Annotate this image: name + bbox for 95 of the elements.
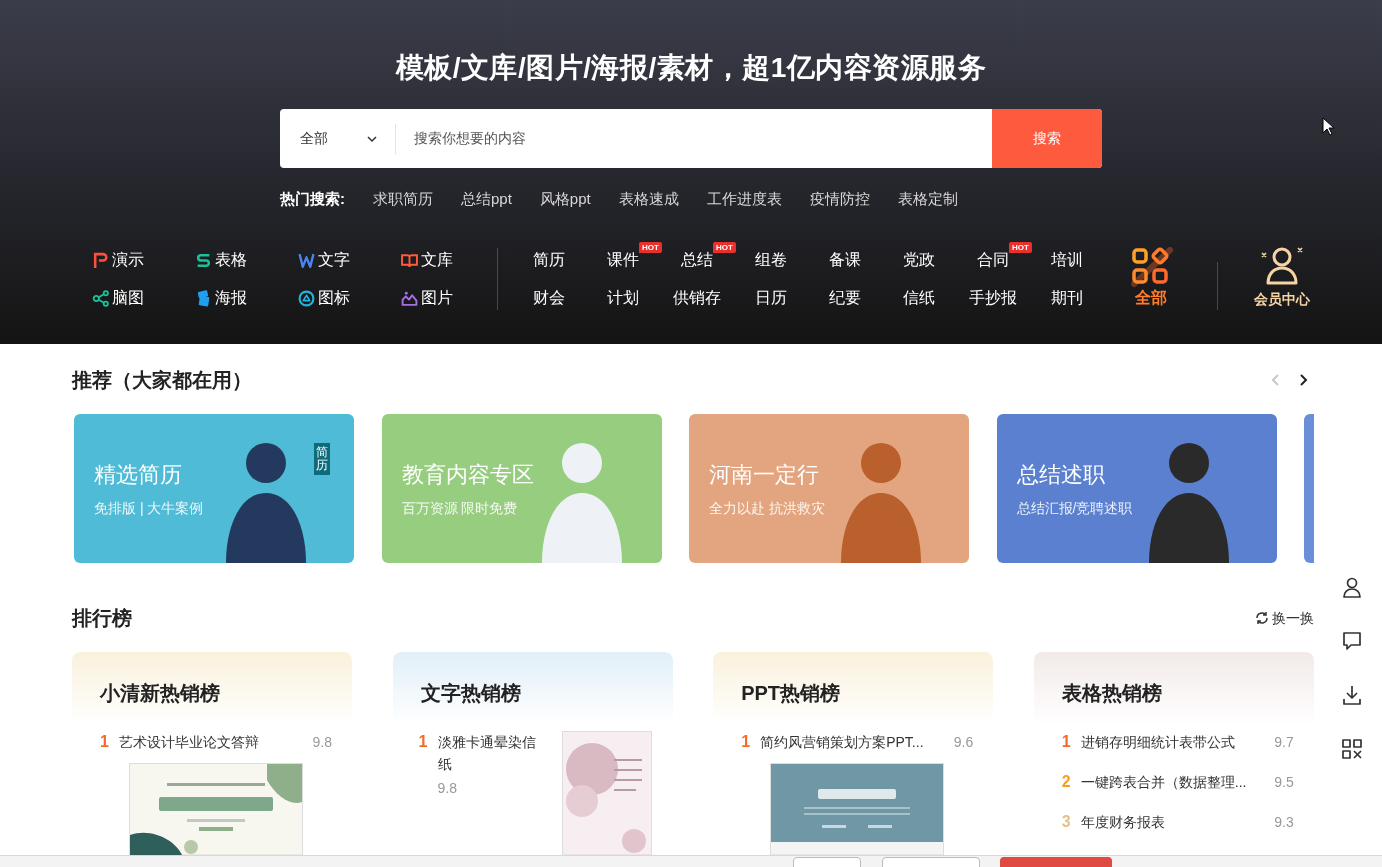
board-title: 文字热销榜 [420,681,522,706]
paper-sheets-icon [195,289,212,307]
rating-score: 9.5 [1274,773,1294,792]
refresh-icon [1255,611,1269,625]
slide-preview-drawing[interactable] [129,763,303,855]
category-link[interactable]: 图片 [401,279,481,317]
hot-search-link[interactable]: 疫情防控 [809,189,870,209]
rating-score: 9.8 [312,733,332,752]
letter-paper-preview-drawing[interactable] [561,731,652,855]
member-center-link[interactable]: 会员中心 [1242,241,1322,309]
category-link[interactable]: 海报 [195,279,298,317]
recommend-card[interactable]: 总结述职 总结汇报/竞聘述职 [996,414,1277,563]
topic-link[interactable]: 手抄报 [969,289,1017,306]
rating-score: 9.7 [1274,733,1294,752]
category-link[interactable]: 图标 [298,279,401,317]
topic-link[interactable]: 总结 [681,251,713,268]
card-title: 河南一定行 [709,461,820,489]
section-title: 排行榜 [72,606,132,631]
category-link[interactable]: 文库 [401,241,481,279]
topic-link[interactable]: 信纸 [903,289,935,306]
rank-number: 2 [1061,772,1072,792]
chat-icon[interactable] [1341,630,1363,652]
topic-link[interactable]: 日历 [755,289,787,306]
category-link[interactable]: 脑图 [92,279,195,317]
card-subtitle: 百万资源 限时免费 [401,499,519,518]
letter-s-icon [195,251,212,269]
refresh-button[interactable]: 换一换 [1255,607,1314,629]
card-title: 教育内容专区 [401,461,534,489]
topic-link[interactable]: 培训 [1051,251,1083,268]
qr-code-icon[interactable] [1341,738,1363,760]
topic-link[interactable]: 纪要 [829,289,861,306]
letter-p-icon [92,251,109,269]
rank-number: 1 [418,732,429,752]
rank-number: 1 [1061,732,1072,752]
topic-link[interactable]: 简历 [533,251,565,268]
topic-link[interactable]: 供销存 [673,289,721,306]
hot-search-link[interactable]: 求职简历 [373,189,433,209]
category-link[interactable]: 表格 [195,241,298,279]
slide-preview-drawing[interactable] [770,763,945,855]
card-subtitle: 免排版 | 大牛案例 [94,499,204,518]
card-tag: 简历 [314,443,330,476]
mouse-cursor-icon [1322,117,1334,136]
item-title[interactable]: 简约风营销策划方案PPT... [760,732,954,752]
book-icon [401,251,418,269]
connected-nodes-icon [92,289,109,307]
topic-link[interactable]: 组卷 [755,251,787,268]
search-bar[interactable]: 全部 搜索你想要的内容 搜索 [280,109,1102,168]
rating-score: 9.6 [953,733,974,752]
hot-search-link[interactable]: 工作进度表 [706,189,782,209]
mountain-icon [401,289,418,307]
rating-score: 9.3 [1274,813,1294,832]
item-title[interactable]: 进销存明细统计表带公式 [1080,732,1275,752]
user-icon [1259,245,1305,285]
search-field[interactable]: 搜索你想要的内容 [396,109,992,168]
card-title: 精选简历 [94,461,183,489]
rating-score: 9.8 [437,779,459,798]
hot-search-link[interactable]: 表格速成 [618,189,679,209]
hot-search-link[interactable]: 风格ppt [539,189,591,209]
hero-title: 模板/文库/图片/海报/素材，超1亿内容资源服务 [395,51,987,85]
rank-number: 3 [1061,812,1072,832]
rank-number: 1 [741,732,752,752]
topic-link[interactable]: 备课 [829,251,861,268]
topic-link[interactable]: 课件 [607,251,639,268]
hot-search-label: 热门搜索: [280,189,345,209]
topic-link[interactable]: 计划 [607,289,639,306]
letter-w-icon [298,251,315,269]
recommend-card[interactable]: 精选简历 免排版 | 大牛案例 简历 [74,414,354,563]
category-link[interactable]: 演示 [92,241,195,279]
topic-link[interactable]: 财会 [533,289,565,306]
category-dropdown[interactable]: 全部 [280,109,395,168]
rank-number: 1 [100,732,110,752]
item-title[interactable]: 一键跨表合并（数据整理... [1080,772,1275,792]
topic-link[interactable]: 党政 [903,251,935,268]
hot-badge: HOT [639,242,662,253]
hot-badge: HOT [713,242,736,253]
hot-badge: HOT [1009,242,1032,253]
item-title[interactable]: 年度财务报表 [1080,812,1275,832]
hot-search-link[interactable]: 表格定制 [897,189,958,209]
board-title: 小清新热销榜 [100,681,221,706]
item-title[interactable]: 淡雅卡通晕染信纸 [437,731,543,775]
all-categories-link[interactable]: 全部 [1116,241,1186,308]
download-icon[interactable] [1341,684,1363,706]
card-subtitle: 总结汇报/竞聘述职 [1016,499,1133,518]
user-icon[interactable] [1341,576,1363,598]
topic-link[interactable]: 合同 [977,251,1009,268]
item-title[interactable]: 艺术设计毕业论文答辩 [119,732,313,752]
triangle-circle-icon [298,289,315,307]
hot-search-link[interactable]: 总结ppt [461,189,512,209]
card-title: 总结述职 [1016,461,1106,489]
topic-link[interactable]: 期刊 [1051,289,1083,306]
card-subtitle: 全力以赴 抗洪救灾 [709,499,825,518]
category-link[interactable]: 文字 [298,241,401,279]
board-title: PPT热销榜 [741,681,842,706]
section-title: 推荐（大家都在用） [72,368,252,393]
board-title: 表格热销榜 [1061,681,1163,706]
